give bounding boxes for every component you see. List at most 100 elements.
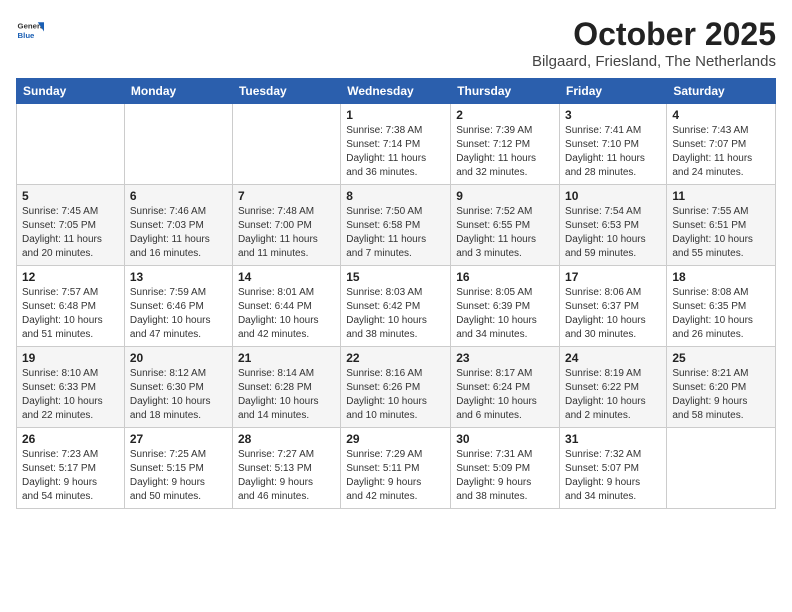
title-block: October 2025 Bilgaard, Friesland, The Ne…: [532, 16, 776, 70]
day-info: Sunrise: 7:31 AM Sunset: 5:09 PM Dayligh…: [456, 448, 554, 504]
day-info: Sunrise: 8:12 AM Sunset: 6:30 PM Dayligh…: [130, 367, 227, 423]
day-info: Sunrise: 7:25 AM Sunset: 5:15 PM Dayligh…: [130, 448, 227, 504]
weekday-header-sunday: Sunday: [17, 79, 125, 104]
calendar-cell: 24 Sunrise: 8:19 AM Sunset: 6:22 PM Dayli…: [560, 347, 667, 428]
calendar-cell: [232, 104, 340, 185]
day-number: 12: [22, 270, 119, 284]
calendar-cell: [667, 428, 776, 509]
day-info: Sunrise: 7:45 AM Sunset: 7:05 PM Dayligh…: [22, 205, 119, 261]
location: Bilgaard, Friesland, The Netherlands: [532, 53, 776, 70]
svg-text:Blue: Blue: [18, 31, 36, 40]
calendar-cell: [17, 104, 125, 185]
calendar-cell: 23 Sunrise: 8:17 AM Sunset: 6:24 PM Dayli…: [451, 347, 560, 428]
calendar-cell: 15 Sunrise: 8:03 AM Sunset: 6:42 PM Dayli…: [341, 266, 451, 347]
logo: General Blue: [16, 16, 44, 44]
calendar-cell: 11Sunrise: 7:55 AM Sunset: 6:51 PM Dayli…: [667, 185, 776, 266]
calendar-cell: 9 Sunrise: 7:52 AM Sunset: 6:55 PM Daylig…: [451, 185, 560, 266]
calendar-cell: 18 Sunrise: 8:08 AM Sunset: 6:35 PM Dayli…: [667, 266, 776, 347]
calendar-cell: 7Sunrise: 7:48 AM Sunset: 7:00 PM Daylig…: [232, 185, 340, 266]
calendar-cell: 5 Sunrise: 7:45 AM Sunset: 7:05 PM Daylig…: [17, 185, 125, 266]
day-info: Sunrise: 7:23 AM Sunset: 5:17 PM Dayligh…: [22, 448, 119, 504]
day-number: 6: [130, 189, 227, 203]
calendar-cell: 10 Sunrise: 7:54 AM Sunset: 6:53 PM Dayli…: [560, 185, 667, 266]
day-number: 4: [672, 108, 770, 122]
day-number: 29: [346, 432, 445, 446]
day-number: 31: [565, 432, 661, 446]
day-info: Sunrise: 7:50 AM Sunset: 6:58 PM Dayligh…: [346, 205, 445, 261]
calendar-cell: 21 Sunrise: 8:14 AM Sunset: 6:28 PM Dayli…: [232, 347, 340, 428]
calendar-cell: 25Sunrise: 8:21 AM Sunset: 6:20 PM Dayli…: [667, 347, 776, 428]
day-number: 9: [456, 189, 554, 203]
day-number: 18: [672, 270, 770, 284]
day-info: Sunrise: 7:48 AM Sunset: 7:00 PM Dayligh…: [238, 205, 335, 261]
calendar-cell: 17 Sunrise: 8:06 AM Sunset: 6:37 PM Dayli…: [560, 266, 667, 347]
day-number: 10: [565, 189, 661, 203]
calendar-cell: 13Sunrise: 7:59 AM Sunset: 6:46 PM Dayli…: [124, 266, 232, 347]
day-info: Sunrise: 7:32 AM Sunset: 5:07 PM Dayligh…: [565, 448, 661, 504]
month-title: October 2025: [532, 16, 776, 53]
day-number: 14: [238, 270, 335, 284]
day-number: 23: [456, 351, 554, 365]
calendar-cell: 31 Sunrise: 7:32 AM Sunset: 5:07 PM Dayli…: [560, 428, 667, 509]
day-info: Sunrise: 7:41 AM Sunset: 7:10 PM Dayligh…: [565, 124, 661, 180]
day-info: Sunrise: 8:03 AM Sunset: 6:42 PM Dayligh…: [346, 286, 445, 342]
calendar-cell: 8 Sunrise: 7:50 AM Sunset: 6:58 PM Daylig…: [341, 185, 451, 266]
calendar-cell: 3 Sunrise: 7:41 AM Sunset: 7:10 PM Daylig…: [560, 104, 667, 185]
day-info: Sunrise: 7:29 AM Sunset: 5:11 PM Dayligh…: [346, 448, 445, 504]
day-number: 28: [238, 432, 335, 446]
day-number: 16: [456, 270, 554, 284]
day-number: 11: [672, 189, 770, 203]
weekday-header-thursday: Thursday: [451, 79, 560, 104]
day-info: Sunrise: 7:27 AM Sunset: 5:13 PM Dayligh…: [238, 448, 335, 504]
day-number: 15: [346, 270, 445, 284]
calendar-cell: 1 Sunrise: 7:38 AM Sunset: 7:14 PM Daylig…: [341, 104, 451, 185]
day-info: Sunrise: 7:46 AM Sunset: 7:03 PM Dayligh…: [130, 205, 227, 261]
day-info: Sunrise: 8:19 AM Sunset: 6:22 PM Dayligh…: [565, 367, 661, 423]
calendar-cell: 26 Sunrise: 7:23 AM Sunset: 5:17 PM Dayli…: [17, 428, 125, 509]
logo-icon: General Blue: [16, 16, 44, 44]
day-info: Sunrise: 8:01 AM Sunset: 6:44 PM Dayligh…: [238, 286, 335, 342]
day-info: Sunrise: 7:43 AM Sunset: 7:07 PM Dayligh…: [672, 124, 770, 180]
day-number: 30: [456, 432, 554, 446]
day-number: 13: [130, 270, 227, 284]
day-number: 27: [130, 432, 227, 446]
day-info: Sunrise: 8:17 AM Sunset: 6:24 PM Dayligh…: [456, 367, 554, 423]
day-info: Sunrise: 8:14 AM Sunset: 6:28 PM Dayligh…: [238, 367, 335, 423]
day-info: Sunrise: 8:08 AM Sunset: 6:35 PM Dayligh…: [672, 286, 770, 342]
day-number: 2: [456, 108, 554, 122]
day-number: 24: [565, 351, 661, 365]
day-number: 26: [22, 432, 119, 446]
calendar-cell: [124, 104, 232, 185]
calendar-week-2: 5 Sunrise: 7:45 AM Sunset: 7:05 PM Daylig…: [17, 185, 776, 266]
day-info: Sunrise: 7:52 AM Sunset: 6:55 PM Dayligh…: [456, 205, 554, 261]
day-number: 19: [22, 351, 119, 365]
day-info: Sunrise: 8:06 AM Sunset: 6:37 PM Dayligh…: [565, 286, 661, 342]
weekday-header-tuesday: Tuesday: [232, 79, 340, 104]
day-info: Sunrise: 7:57 AM Sunset: 6:48 PM Dayligh…: [22, 286, 119, 342]
day-number: 17: [565, 270, 661, 284]
page-header: General Blue October 2025 Bilgaard, Frie…: [16, 16, 776, 70]
calendar-cell: 16 Sunrise: 8:05 AM Sunset: 6:39 PM Dayli…: [451, 266, 560, 347]
calendar-week-4: 19 Sunrise: 8:10 AM Sunset: 6:33 PM Dayli…: [17, 347, 776, 428]
calendar-cell: 30 Sunrise: 7:31 AM Sunset: 5:09 PM Dayli…: [451, 428, 560, 509]
weekday-header-saturday: Saturday: [667, 79, 776, 104]
calendar-cell: 19 Sunrise: 8:10 AM Sunset: 6:33 PM Dayli…: [17, 347, 125, 428]
day-info: Sunrise: 7:38 AM Sunset: 7:14 PM Dayligh…: [346, 124, 445, 180]
day-info: Sunrise: 8:16 AM Sunset: 6:26 PM Dayligh…: [346, 367, 445, 423]
day-number: 21: [238, 351, 335, 365]
calendar-cell: 27 Sunrise: 7:25 AM Sunset: 5:15 PM Dayli…: [124, 428, 232, 509]
day-number: 5: [22, 189, 119, 203]
day-number: 20: [130, 351, 227, 365]
day-number: 25: [672, 351, 770, 365]
day-number: 1: [346, 108, 445, 122]
day-info: Sunrise: 8:10 AM Sunset: 6:33 PM Dayligh…: [22, 367, 119, 423]
weekday-header-monday: Monday: [124, 79, 232, 104]
calendar-cell: 29 Sunrise: 7:29 AM Sunset: 5:11 PM Dayli…: [341, 428, 451, 509]
day-info: Sunrise: 7:54 AM Sunset: 6:53 PM Dayligh…: [565, 205, 661, 261]
day-info: Sunrise: 8:05 AM Sunset: 6:39 PM Dayligh…: [456, 286, 554, 342]
calendar-week-3: 12 Sunrise: 7:57 AM Sunset: 6:48 PM Dayli…: [17, 266, 776, 347]
day-number: 3: [565, 108, 661, 122]
day-number: 8: [346, 189, 445, 203]
calendar-cell: 2Sunrise: 7:39 AM Sunset: 7:12 PM Daylig…: [451, 104, 560, 185]
calendar-cell: 20 Sunrise: 8:12 AM Sunset: 6:30 PM Dayli…: [124, 347, 232, 428]
